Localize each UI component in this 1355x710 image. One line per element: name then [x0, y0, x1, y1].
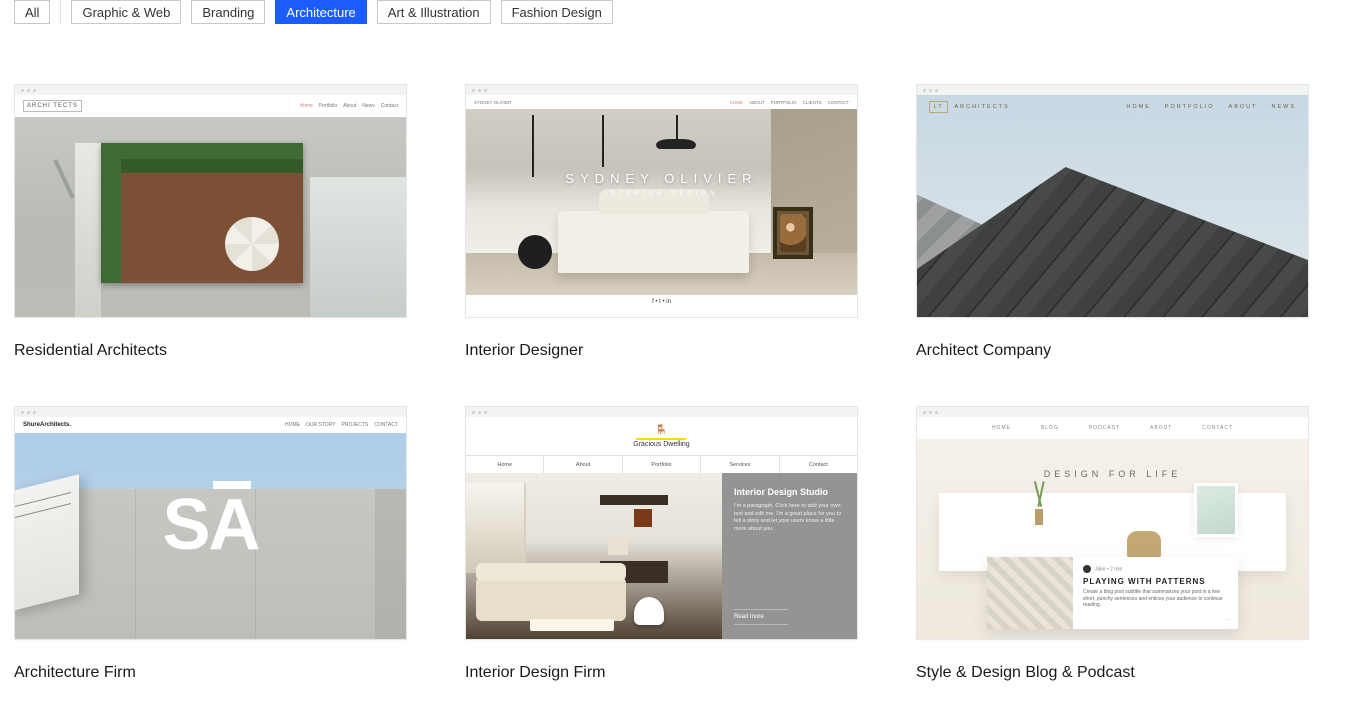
template-thumbnail: SYDNEY OLIVIER HOME ABOUT PORTFOLIO CLIE…	[465, 84, 858, 318]
template-thumbnail: LTARCHITECTS HOME PORTFOLIO ABOUT NEWS	[916, 84, 1309, 318]
template-thumbnail: ARCHI TECTS Home Portfolio About News Co…	[14, 84, 407, 318]
mini-site-header: ShureArchitects. HOME OUR STORY PROJECTS…	[15, 417, 406, 433]
mini-site-header: 🪑 Gracious Dwelling	[466, 417, 857, 455]
browser-chrome-icon	[917, 85, 1308, 95]
template-thumbnail: ShureArchitects. HOME OUR STORY PROJECTS…	[14, 406, 407, 640]
browser-chrome-icon	[15, 407, 406, 417]
mini-brand: SYDNEY OLIVIER	[474, 100, 511, 105]
chair-icon: 🪑	[633, 425, 689, 436]
template-card-style-design-blog[interactable]: HOME BLOG PODCAST ABOUT CONTACT DESIGN F…	[916, 406, 1309, 682]
mini-hero-image	[466, 473, 722, 639]
template-card-architect-company[interactable]: LTARCHITECTS HOME PORTFOLIO ABOUT NEWS A…	[916, 84, 1309, 360]
mini-site-header: SYDNEY OLIVIER HOME ABOUT PORTFOLIO CLIE…	[466, 95, 857, 109]
filter-divider	[60, 0, 61, 24]
mini-nav: HOME BLOG PODCAST ABOUT CONTACT	[917, 417, 1308, 439]
avatar-icon	[1083, 565, 1091, 573]
mini-site-header: ARCHI TECTS Home Portfolio About News Co…	[15, 95, 406, 117]
post-image	[987, 557, 1073, 629]
template-card-architecture-firm[interactable]: ShureArchitects. HOME OUR STORY PROJECTS…	[14, 406, 407, 682]
browser-chrome-icon	[917, 407, 1308, 417]
template-title: Architect Company	[916, 342, 1309, 360]
mini-logo: 🪑 Gracious Dwelling	[633, 425, 689, 448]
filter-row: All Graphic & Web Branding Architecture …	[14, 0, 1341, 38]
post-body: Create a blog post subtitle that summari…	[1083, 589, 1228, 609]
template-card-interior-designer[interactable]: SYDNEY OLIVIER HOME ABOUT PORTFOLIO CLIE…	[465, 84, 858, 360]
mini-logo: ARCHI TECTS	[23, 100, 82, 112]
mini-hero-image	[15, 117, 406, 317]
mini-nav: HOME ABOUT PORTFOLIO CLIENTS CONTACT	[730, 100, 849, 105]
mini-hero-image: DESIGN FOR LIFE Jake • 2 min PLAYING WIT…	[917, 439, 1308, 639]
mini-hero-image: LTARCHITECTS HOME PORTFOLIO ABOUT NEWS	[917, 95, 1308, 317]
mini-site-title: DESIGN FOR LIFE	[917, 469, 1308, 479]
template-card-interior-design-firm[interactable]: 🪑 Gracious Dwelling Home About Portfolio…	[465, 406, 858, 682]
hero-name: SYDNEY OLIVIER	[466, 171, 857, 186]
template-thumbnail: HOME BLOG PODCAST ABOUT CONTACT DESIGN F…	[916, 406, 1309, 640]
filter-graphic-web[interactable]: Graphic & Web	[71, 0, 181, 24]
template-title: Interior Designer	[465, 342, 858, 360]
browser-chrome-icon	[466, 85, 857, 95]
filter-fashion-design[interactable]: Fashion Design	[501, 0, 613, 24]
template-title: Residential Architects	[14, 342, 407, 360]
read-more-button: Read more	[734, 609, 788, 625]
filter-all[interactable]: All	[14, 0, 50, 24]
template-grid: ARCHI TECTS Home Portfolio About News Co…	[14, 38, 1341, 682]
mini-side-panel: Interior Design Studio I'm a paragraph. …	[722, 473, 857, 639]
mini-post-card: Jake • 2 min PLAYING WITH PATTERNS Creat…	[987, 557, 1238, 629]
post-title: PLAYING WITH PATTERNS	[1083, 577, 1228, 586]
more-icon: ⋯	[1225, 617, 1230, 623]
filter-branding[interactable]: Branding	[191, 0, 265, 24]
filter-architecture[interactable]: Architecture	[275, 0, 366, 24]
mini-nav: Home About Portfolio Services Contact	[466, 455, 857, 473]
template-thumbnail: 🪑 Gracious Dwelling Home About Portfolio…	[465, 406, 858, 640]
mini-nav: HOME OUR STORY PROJECTS CONTACT	[285, 422, 398, 428]
mini-brand: ShureArchitects.	[23, 422, 71, 428]
mini-hero-image: SYDNEY OLIVIER INTERIOR DESIGN f • t • i…	[466, 109, 857, 309]
post-meta: Jake • 2 min	[1083, 565, 1228, 573]
template-card-residential-architects[interactable]: ARCHI TECTS Home Portfolio About News Co…	[14, 84, 407, 360]
hero-subtitle: INTERIOR DESIGN	[466, 191, 857, 197]
mini-nav: Home Portfolio About News Contact	[299, 103, 398, 109]
mini-nav: HOME PORTFOLIO ABOUT NEWS	[1126, 104, 1296, 110]
hero-logo: SA	[15, 489, 406, 561]
side-body: I'm a paragraph. Click here to add your …	[734, 503, 845, 534]
template-title: Architecture Firm	[14, 664, 407, 682]
side-title: Interior Design Studio	[734, 487, 845, 497]
filter-art-illustration[interactable]: Art & Illustration	[377, 0, 491, 24]
template-title: Style & Design Blog & Podcast	[916, 664, 1309, 682]
browser-chrome-icon	[15, 85, 406, 95]
browser-chrome-icon	[466, 407, 857, 417]
mini-footer: f • t • in	[466, 295, 857, 309]
mini-hero: Interior Design Studio I'm a paragraph. …	[466, 473, 857, 639]
mini-site-header: LTARCHITECTS HOME PORTFOLIO ABOUT NEWS	[917, 95, 1308, 119]
mini-hero-image: SA	[15, 433, 406, 639]
template-title: Interior Design Firm	[465, 664, 858, 682]
